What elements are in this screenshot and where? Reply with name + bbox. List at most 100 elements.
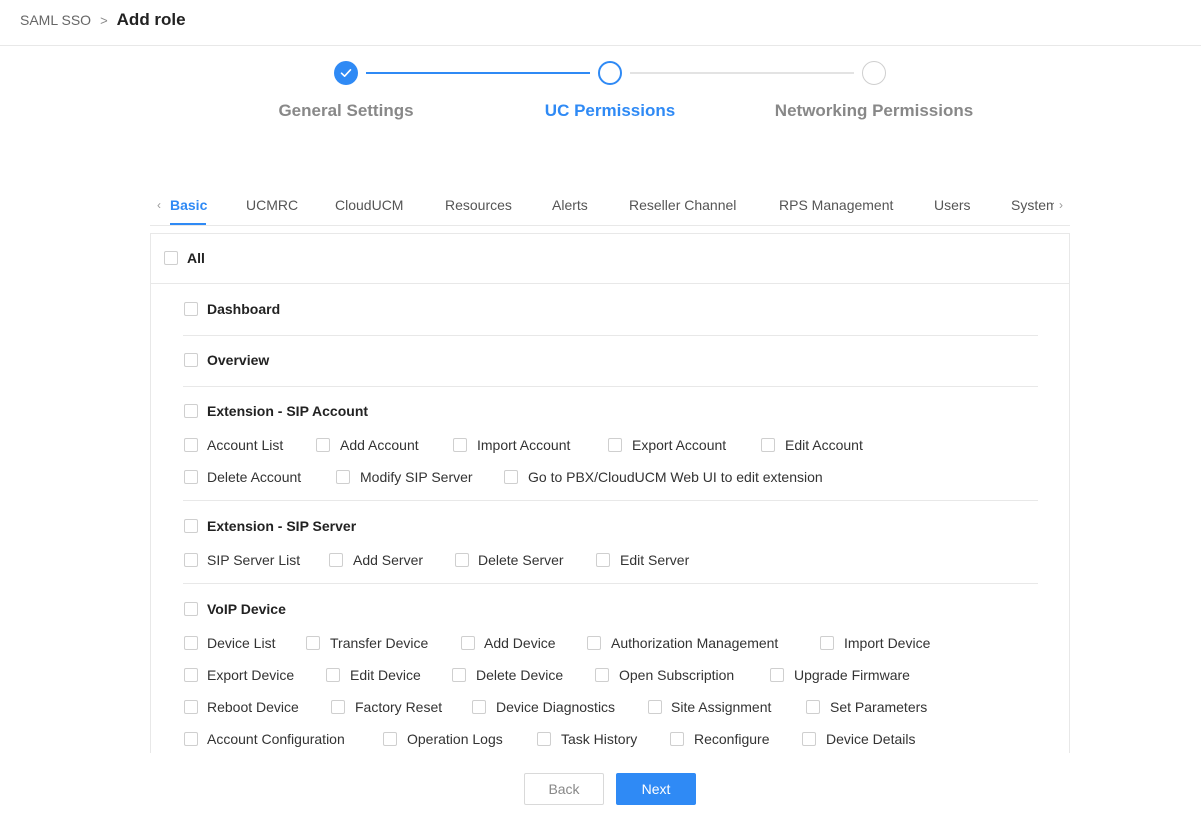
tab-reseller-channel[interactable]: Reseller Channel: [629, 197, 736, 213]
tab-resources[interactable]: Resources: [445, 197, 512, 213]
device-details-label[interactable]: Device Details: [826, 731, 915, 747]
export-device-label[interactable]: Export Device: [207, 667, 294, 683]
tab-clouducm[interactable]: CloudUCM: [335, 197, 403, 213]
tab-users[interactable]: Users: [934, 197, 971, 213]
tab-active-indicator: [170, 223, 206, 225]
step-networking-permissions: Networking Permissions: [774, 101, 974, 120]
modify-sip-server-checkbox[interactable]: [336, 470, 350, 484]
set-parameters-label[interactable]: Set Parameters: [830, 699, 927, 715]
delete-server-label[interactable]: Delete Server: [478, 552, 564, 568]
export-account-checkbox[interactable]: [608, 438, 622, 452]
group-divider: [183, 335, 1038, 336]
transfer-device-checkbox[interactable]: [306, 636, 320, 650]
page-title: Add role: [116, 10, 186, 29]
delete-server-checkbox[interactable]: [455, 553, 469, 567]
open-subscription-label[interactable]: Open Subscription: [619, 667, 734, 683]
account-configuration-label[interactable]: Account Configuration: [207, 731, 345, 747]
set-parameters-checkbox[interactable]: [806, 700, 820, 714]
factory-reset-label[interactable]: Factory Reset: [355, 699, 442, 715]
import-account-checkbox[interactable]: [453, 438, 467, 452]
device-diagnostics-label[interactable]: Device Diagnostics: [496, 699, 615, 715]
account-list-label[interactable]: Account List: [207, 437, 283, 453]
operation-logs-checkbox[interactable]: [383, 732, 397, 746]
import-device-checkbox[interactable]: [820, 636, 834, 650]
step-2-indicator: [598, 61, 622, 85]
open-subscription-checkbox[interactable]: [595, 668, 609, 682]
permission-tabs: ‹ Basic UCMRC CloudUCM Resources Alerts …: [150, 190, 1070, 226]
export-device-checkbox[interactable]: [184, 668, 198, 682]
add-account-checkbox[interactable]: [316, 438, 330, 452]
group-dashboard-label[interactable]: Dashboard: [207, 301, 280, 317]
reconfigure-label[interactable]: Reconfigure: [694, 731, 770, 747]
select-all-checkbox[interactable]: [164, 251, 178, 265]
device-details-checkbox[interactable]: [802, 732, 816, 746]
goto-pbx-web-ui-checkbox[interactable]: [504, 470, 518, 484]
edit-server-label[interactable]: Edit Server: [620, 552, 689, 568]
group-sip-server-label[interactable]: Extension - SIP Server: [207, 518, 356, 534]
authorization-management-checkbox[interactable]: [587, 636, 601, 650]
tab-rps-management[interactable]: RPS Management: [779, 197, 893, 213]
group-voip-device-label[interactable]: VoIP Device: [207, 601, 286, 617]
account-list-checkbox[interactable]: [184, 438, 198, 452]
group-divider: [183, 583, 1038, 584]
reboot-device-checkbox[interactable]: [184, 700, 198, 714]
step-uc-permissions: UC Permissions: [544, 101, 676, 120]
sip-account-group-checkbox[interactable]: [184, 404, 198, 418]
modify-sip-server-label[interactable]: Modify SIP Server: [360, 469, 473, 485]
edit-server-checkbox[interactable]: [596, 553, 610, 567]
tab-system[interactable]: System: [1011, 197, 1054, 213]
export-account-label[interactable]: Export Account: [632, 437, 726, 453]
edit-device-label[interactable]: Edit Device: [350, 667, 421, 683]
tabs-prev-chevron-left-icon[interactable]: ‹: [153, 198, 165, 212]
steps-progress: General Settings UC Permissions Networki…: [0, 58, 1201, 128]
task-history-label[interactable]: Task History: [561, 731, 637, 747]
upgrade-firmware-checkbox[interactable]: [770, 668, 784, 682]
reboot-device-label[interactable]: Reboot Device: [207, 699, 299, 715]
breadcrumb-saml-sso-link[interactable]: SAML SSO: [20, 12, 91, 28]
device-list-checkbox[interactable]: [184, 636, 198, 650]
account-configuration-checkbox[interactable]: [184, 732, 198, 746]
delete-account-label[interactable]: Delete Account: [207, 469, 301, 485]
sip-server-list-checkbox[interactable]: [184, 553, 198, 567]
dashboard-checkbox[interactable]: [184, 302, 198, 316]
device-list-label[interactable]: Device List: [207, 635, 275, 651]
goto-pbx-web-ui-label[interactable]: Go to PBX/CloudUCM Web UI to edit extens…: [528, 469, 823, 485]
delete-device-label[interactable]: Delete Device: [476, 667, 563, 683]
edit-account-label[interactable]: Edit Account: [785, 437, 863, 453]
voip-device-group-checkbox[interactable]: [184, 602, 198, 616]
device-diagnostics-checkbox[interactable]: [472, 700, 486, 714]
operation-logs-label[interactable]: Operation Logs: [407, 731, 503, 747]
group-sip-account-label[interactable]: Extension - SIP Account: [207, 403, 368, 419]
next-button[interactable]: Next: [616, 773, 696, 805]
import-device-label[interactable]: Import Device: [844, 635, 930, 651]
transfer-device-label[interactable]: Transfer Device: [330, 635, 428, 651]
add-account-label[interactable]: Add Account: [340, 437, 419, 453]
reconfigure-checkbox[interactable]: [670, 732, 684, 746]
site-assignment-checkbox[interactable]: [648, 700, 662, 714]
add-device-label[interactable]: Add Device: [484, 635, 556, 651]
sip-server-list-label[interactable]: SIP Server List: [207, 552, 300, 568]
edit-account-checkbox[interactable]: [761, 438, 775, 452]
site-assignment-label[interactable]: Site Assignment: [671, 699, 771, 715]
select-all-row: All: [151, 234, 1069, 284]
select-all-label[interactable]: All: [187, 250, 205, 266]
add-server-label[interactable]: Add Server: [353, 552, 423, 568]
group-overview-label[interactable]: Overview: [207, 352, 269, 368]
add-server-checkbox[interactable]: [329, 553, 343, 567]
delete-device-checkbox[interactable]: [452, 668, 466, 682]
edit-device-checkbox[interactable]: [326, 668, 340, 682]
sip-server-group-checkbox[interactable]: [184, 519, 198, 533]
factory-reset-checkbox[interactable]: [331, 700, 345, 714]
add-device-checkbox[interactable]: [461, 636, 475, 650]
import-account-label[interactable]: Import Account: [477, 437, 570, 453]
upgrade-firmware-label[interactable]: Upgrade Firmware: [794, 667, 910, 683]
back-button[interactable]: Back: [524, 773, 604, 805]
tabs-next-chevron-right-icon[interactable]: ›: [1055, 198, 1067, 212]
delete-account-checkbox[interactable]: [184, 470, 198, 484]
task-history-checkbox[interactable]: [537, 732, 551, 746]
overview-checkbox[interactable]: [184, 353, 198, 367]
authorization-management-label[interactable]: Authorization Management: [611, 635, 778, 651]
tab-ucmrc[interactable]: UCMRC: [246, 197, 298, 213]
tab-alerts[interactable]: Alerts: [552, 197, 588, 213]
tab-basic[interactable]: Basic: [170, 197, 207, 213]
